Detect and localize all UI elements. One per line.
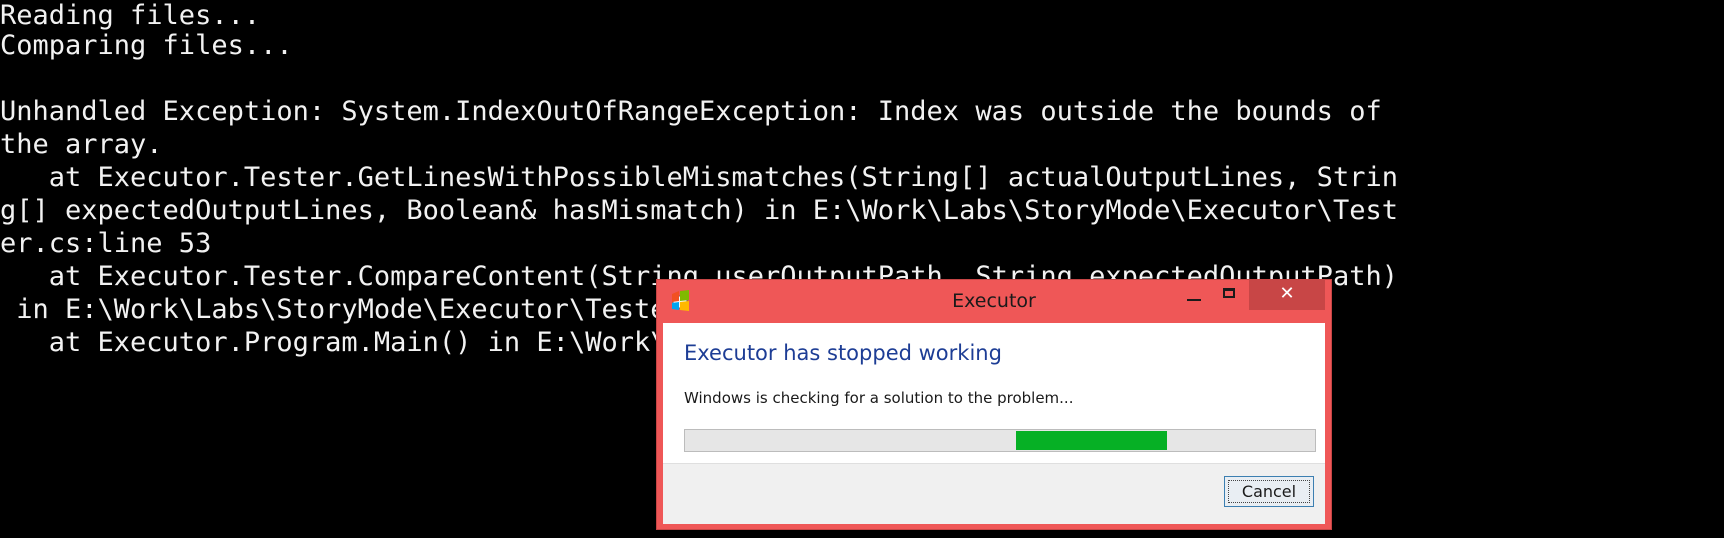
console-line: Unhandled Exception: System.IndexOutOfRa… (0, 96, 1382, 127)
close-icon: ✕ (1279, 283, 1295, 304)
progress-fill (1016, 431, 1167, 450)
console-line: Reading files... (0, 0, 261, 31)
progress-bar (684, 429, 1316, 452)
maximize-button[interactable] (1213, 280, 1247, 310)
error-dialog: Executor ✕ Executor has stopped working … (656, 279, 1332, 530)
close-button[interactable]: ✕ (1249, 280, 1325, 310)
console-line: er.cs:line 53 (0, 228, 212, 259)
cancel-button[interactable]: Cancel (1224, 476, 1314, 507)
console-line: Comparing files... (0, 30, 293, 61)
console-line: at Executor.Tester.GetLinesWithPossibleM… (0, 162, 1398, 193)
dialog-footer: Cancel (663, 463, 1325, 524)
dialog-content: Executor has stopped working Windows is … (663, 323, 1325, 463)
dialog-titlebar[interactable]: Executor ✕ (657, 280, 1331, 324)
dialog-message: Windows is checking for a solution to th… (684, 389, 1074, 407)
console-line: the array. (0, 129, 163, 160)
maximize-icon (1223, 288, 1235, 298)
minimize-icon (1187, 299, 1201, 301)
dialog-heading: Executor has stopped working (684, 341, 1002, 365)
console-line: g[] expectedOutputLines, Boolean& hasMis… (0, 195, 1398, 226)
minimize-button[interactable] (1177, 280, 1211, 310)
